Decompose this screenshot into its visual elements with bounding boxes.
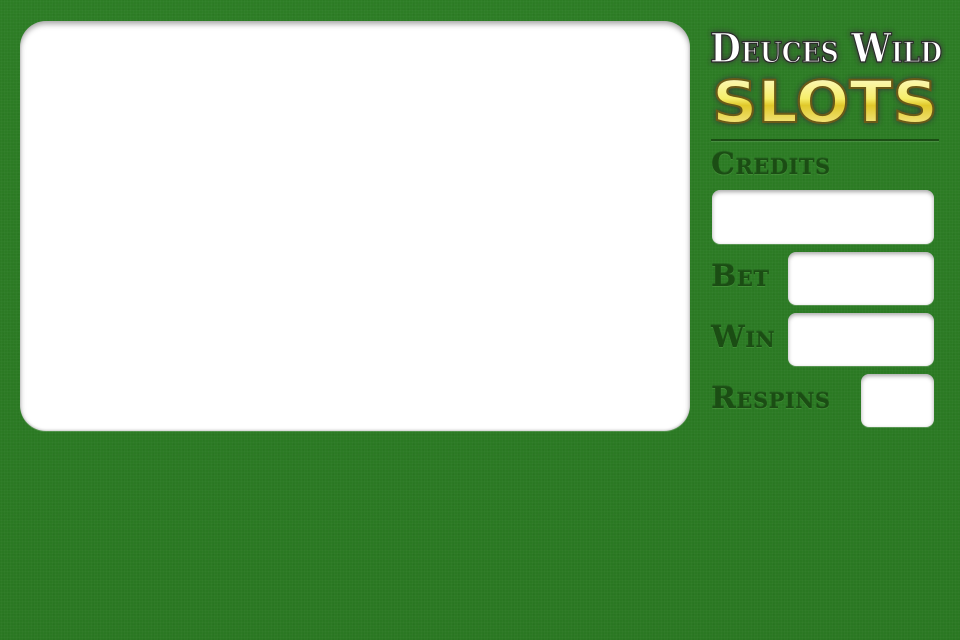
logo-subtitle: SLOTS xyxy=(712,68,938,134)
bet-label: Bet xyxy=(711,259,770,294)
reel-window xyxy=(20,21,690,431)
logo-divider xyxy=(711,139,939,141)
logo-title: Deuces Wild xyxy=(710,25,942,72)
bet-display xyxy=(788,252,934,305)
credits-display xyxy=(712,190,934,244)
game-logo: Deuces Wild SLOTS xyxy=(706,10,946,134)
respins-display xyxy=(861,374,934,427)
win-label: Win xyxy=(711,320,776,355)
respins-label: Respins xyxy=(711,381,831,416)
credits-label: Credits xyxy=(711,147,831,182)
win-display xyxy=(788,313,934,366)
